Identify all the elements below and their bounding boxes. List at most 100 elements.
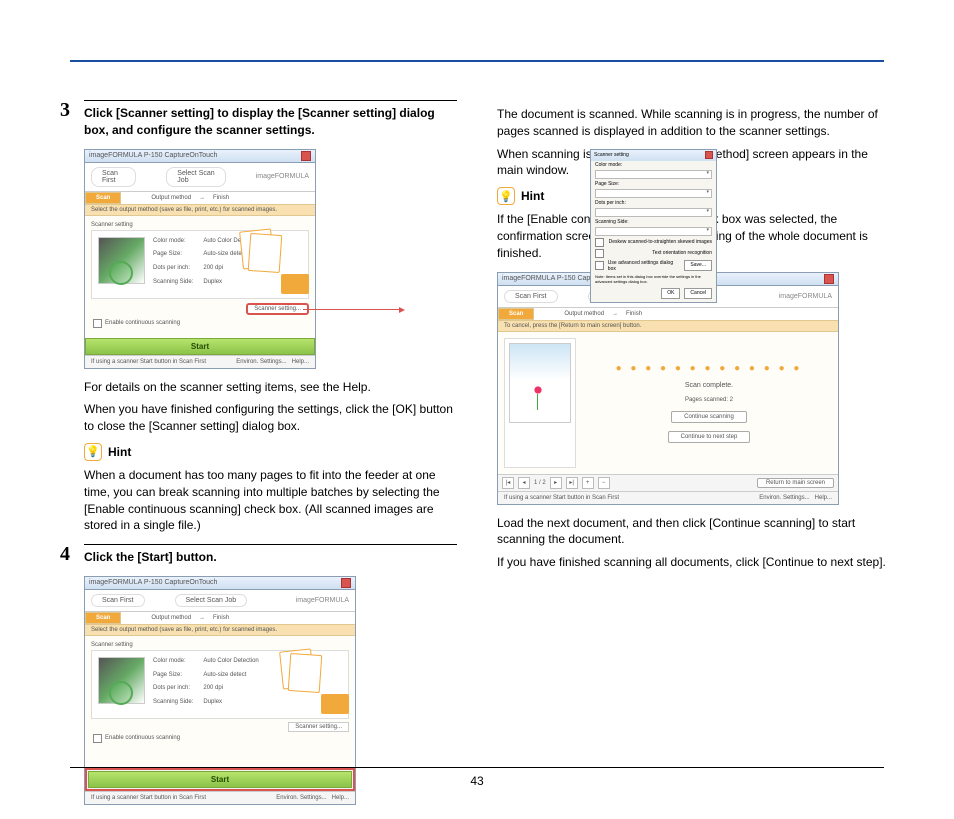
hint-label: Hint — [108, 445, 131, 459]
dlg-note: Note: Items set in this dialog box overr… — [595, 274, 712, 284]
callout-arrow-icon — [303, 309, 401, 310]
dlg-text-orient-checkbox[interactable] — [595, 249, 604, 258]
select-job-pill[interactable]: Select Scan Job — [175, 594, 248, 607]
tab-finish[interactable]: Finish — [626, 311, 642, 317]
prop-side-key: Scanning Side: — [153, 278, 193, 292]
brand-logo: imageFORMULA — [256, 173, 309, 180]
window-title: imageFORMULA P-150 CaptureOnTouch — [89, 152, 217, 159]
env-settings-button[interactable]: Environ. Settings... — [759, 495, 809, 501]
dlg-dpi-select[interactable] — [595, 208, 712, 217]
footer-note: If using a scanner Start button in Scan … — [91, 795, 206, 801]
env-settings-button[interactable]: Environ. Settings... — [276, 795, 326, 801]
tab-output[interactable]: Output method — [151, 195, 191, 201]
prop-color-mode-val: Auto Color Detection — [203, 657, 258, 671]
env-settings-button[interactable]: Environ. Settings... — [236, 359, 286, 365]
continue-scanning-button[interactable]: Continue scanning — [671, 411, 747, 423]
pages-scanned-text: Pages scanned: 2 — [685, 397, 733, 403]
continue-next-step-button[interactable]: Continue to next step — [668, 431, 751, 443]
brand-logo: imageFORMULA — [296, 597, 349, 604]
tab-output[interactable]: Output method — [151, 615, 191, 621]
help-button[interactable]: Help... — [815, 495, 832, 501]
dlg-side-select[interactable] — [595, 227, 712, 236]
dlg-color-mode-select[interactable] — [595, 170, 712, 179]
dlg-dpi-label: Dots per inch: — [595, 200, 626, 206]
scanner-setting-dialog: Scanner setting Color mode: Page Size: D… — [590, 149, 717, 303]
select-job-pill[interactable]: Select Scan Job — [166, 167, 225, 187]
dlg-deskew-checkbox[interactable] — [595, 238, 604, 247]
step-4-title: Click the [Start] button. — [84, 549, 457, 566]
bottom-rule — [70, 767, 884, 768]
step-number-4: 4 — [60, 544, 74, 564]
step-3-hint-text: When a document has too many pages to fi… — [84, 467, 457, 534]
zoom-out-icon[interactable]: − — [598, 477, 610, 489]
progress-dots-icon: ● ● ● ● ● ● ● ● ● ● ● ● ● — [616, 363, 803, 374]
prop-dpi-key: Dots per inch: — [153, 264, 193, 278]
scan-first-pill[interactable]: Scan First — [91, 167, 136, 187]
prop-dpi-val: 200 dpi — [203, 684, 258, 698]
nav-prev-icon[interactable]: ◂ — [518, 477, 530, 489]
tab-scan[interactable]: Scan — [85, 612, 121, 624]
dlg-advanced-checkbox[interactable] — [595, 261, 604, 270]
step-4-screenshot: imageFORMULA P-150 CaptureOnTouch Scan F… — [84, 576, 457, 805]
right-after-2: If you have finished scanning all docume… — [497, 554, 894, 571]
dlg-deskew-label: Deskew scanned-to-straighten skewed imag… — [609, 239, 712, 245]
prop-color-mode-key: Color mode: — [153, 657, 193, 671]
instruction-bar: Select the output method (save as file, … — [85, 625, 355, 636]
enable-continuous-label: Enable continuous scanning — [105, 735, 180, 741]
dialog-close-icon[interactable] — [705, 151, 713, 159]
enable-continuous-checkbox[interactable] — [93, 734, 102, 743]
dlg-text-orient-label: Text orientation recognition — [652, 250, 712, 256]
window-title: imageFORMULA P-150 CaptureOnTouch — [89, 579, 217, 586]
help-button[interactable]: Help... — [292, 359, 309, 365]
scan-first-pill[interactable]: Scan First — [91, 594, 145, 607]
dialog-title: Scanner setting — [594, 152, 629, 158]
zoom-in-icon[interactable]: + — [582, 477, 594, 489]
document-illustration — [275, 646, 345, 716]
help-button[interactable]: Help... — [332, 795, 349, 801]
document-illustration — [235, 226, 305, 296]
dlg-ok-button[interactable]: OK — [661, 288, 680, 299]
step-3: 3 Click [Scanner setting] to display the… — [60, 100, 457, 540]
page-number: 43 — [0, 774, 954, 788]
scan-complete-text: Scan complete. — [685, 382, 733, 389]
start-button[interactable]: Start — [85, 338, 315, 355]
top-rule — [70, 60, 884, 62]
dlg-color-mode-label: Color mode: — [595, 162, 622, 168]
nav-next-icon[interactable]: ▸ — [550, 477, 562, 489]
brand-logo: imageFORMULA — [779, 293, 832, 300]
prop-color-mode-key: Color mode: — [153, 237, 193, 251]
left-column: 3 Click [Scanner setting] to display the… — [60, 100, 457, 819]
dlg-advanced-label: Use advanced settings dialog box — [608, 260, 681, 272]
enable-continuous-label: Enable continuous scanning — [105, 320, 180, 326]
prop-page-size-val: Auto-size detect — [203, 671, 258, 685]
return-main-button[interactable]: Return to main screen — [757, 478, 834, 488]
scanner-setting-button[interactable]: Scanner setting... — [288, 722, 349, 732]
enable-continuous-checkbox[interactable] — [93, 319, 102, 328]
step-rule — [84, 544, 457, 545]
dlg-page-size-select[interactable] — [595, 189, 712, 198]
nav-last-icon[interactable]: ▸| — [566, 477, 578, 489]
dlg-page-size-label: Page Size: — [595, 181, 619, 187]
scanner-setting-button[interactable]: Scanner setting... — [246, 303, 309, 315]
step-rule — [84, 100, 457, 101]
prop-side-key: Scanning Side: — [153, 698, 193, 712]
step-number-3: 3 — [60, 100, 74, 120]
dlg-side-label: Scanning Side: — [595, 219, 629, 225]
tab-finish[interactable]: Finish — [213, 195, 229, 201]
step-3-title: Click [Scanner setting] to display the [… — [84, 105, 457, 139]
dlg-save-button[interactable]: Save... — [684, 260, 712, 271]
scanned-page-thumbnail[interactable] — [509, 343, 571, 423]
preview-thumbnail — [98, 657, 145, 704]
right-after-1: Load the next document, and then click [… — [497, 515, 894, 549]
close-icon[interactable] — [301, 151, 311, 161]
dlg-cancel-button[interactable]: Cancel — [684, 288, 712, 299]
tab-scan[interactable]: Scan — [85, 192, 121, 204]
tab-finish[interactable]: Finish — [213, 615, 229, 621]
preview-thumbnail — [98, 237, 145, 284]
footer-note: If using a scanner Start button in Scan … — [504, 495, 619, 501]
prop-dpi-key: Dots per inch: — [153, 684, 193, 698]
nav-first-icon[interactable]: |◂ — [502, 477, 514, 489]
step-3-text-1: For details on the scanner setting items… — [84, 379, 457, 396]
close-icon[interactable] — [824, 274, 834, 284]
close-icon[interactable] — [341, 578, 351, 588]
